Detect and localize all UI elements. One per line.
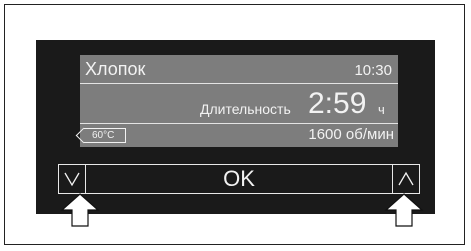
display-divider-bottom bbox=[80, 123, 398, 124]
temperature-badge: 60°C bbox=[84, 128, 126, 143]
spin-speed: 1600 об/мин bbox=[308, 126, 394, 143]
up-button[interactable] bbox=[392, 165, 419, 193]
program-name: Хлопок bbox=[85, 59, 146, 79]
arrow-up-icon bbox=[60, 193, 100, 227]
display-divider-top bbox=[80, 83, 398, 84]
arrow-up-icon bbox=[384, 193, 424, 227]
duration-label: Длительность bbox=[200, 101, 291, 117]
down-button[interactable] bbox=[59, 165, 86, 193]
duration-value: 2:59 bbox=[308, 87, 367, 120]
lcd-display: Хлопок 10:30 Длительность 2:59 ч 60°C 16… bbox=[80, 55, 398, 147]
clock-time: 10:30 bbox=[354, 62, 392, 79]
chevron-down-icon bbox=[64, 172, 80, 187]
duration-unit: ч bbox=[378, 102, 385, 117]
temperature-value: 60°C bbox=[92, 130, 115, 141]
button-bar: OK bbox=[58, 164, 420, 194]
chevron-up-icon bbox=[398, 171, 414, 186]
ok-button[interactable]: OK bbox=[86, 165, 392, 193]
